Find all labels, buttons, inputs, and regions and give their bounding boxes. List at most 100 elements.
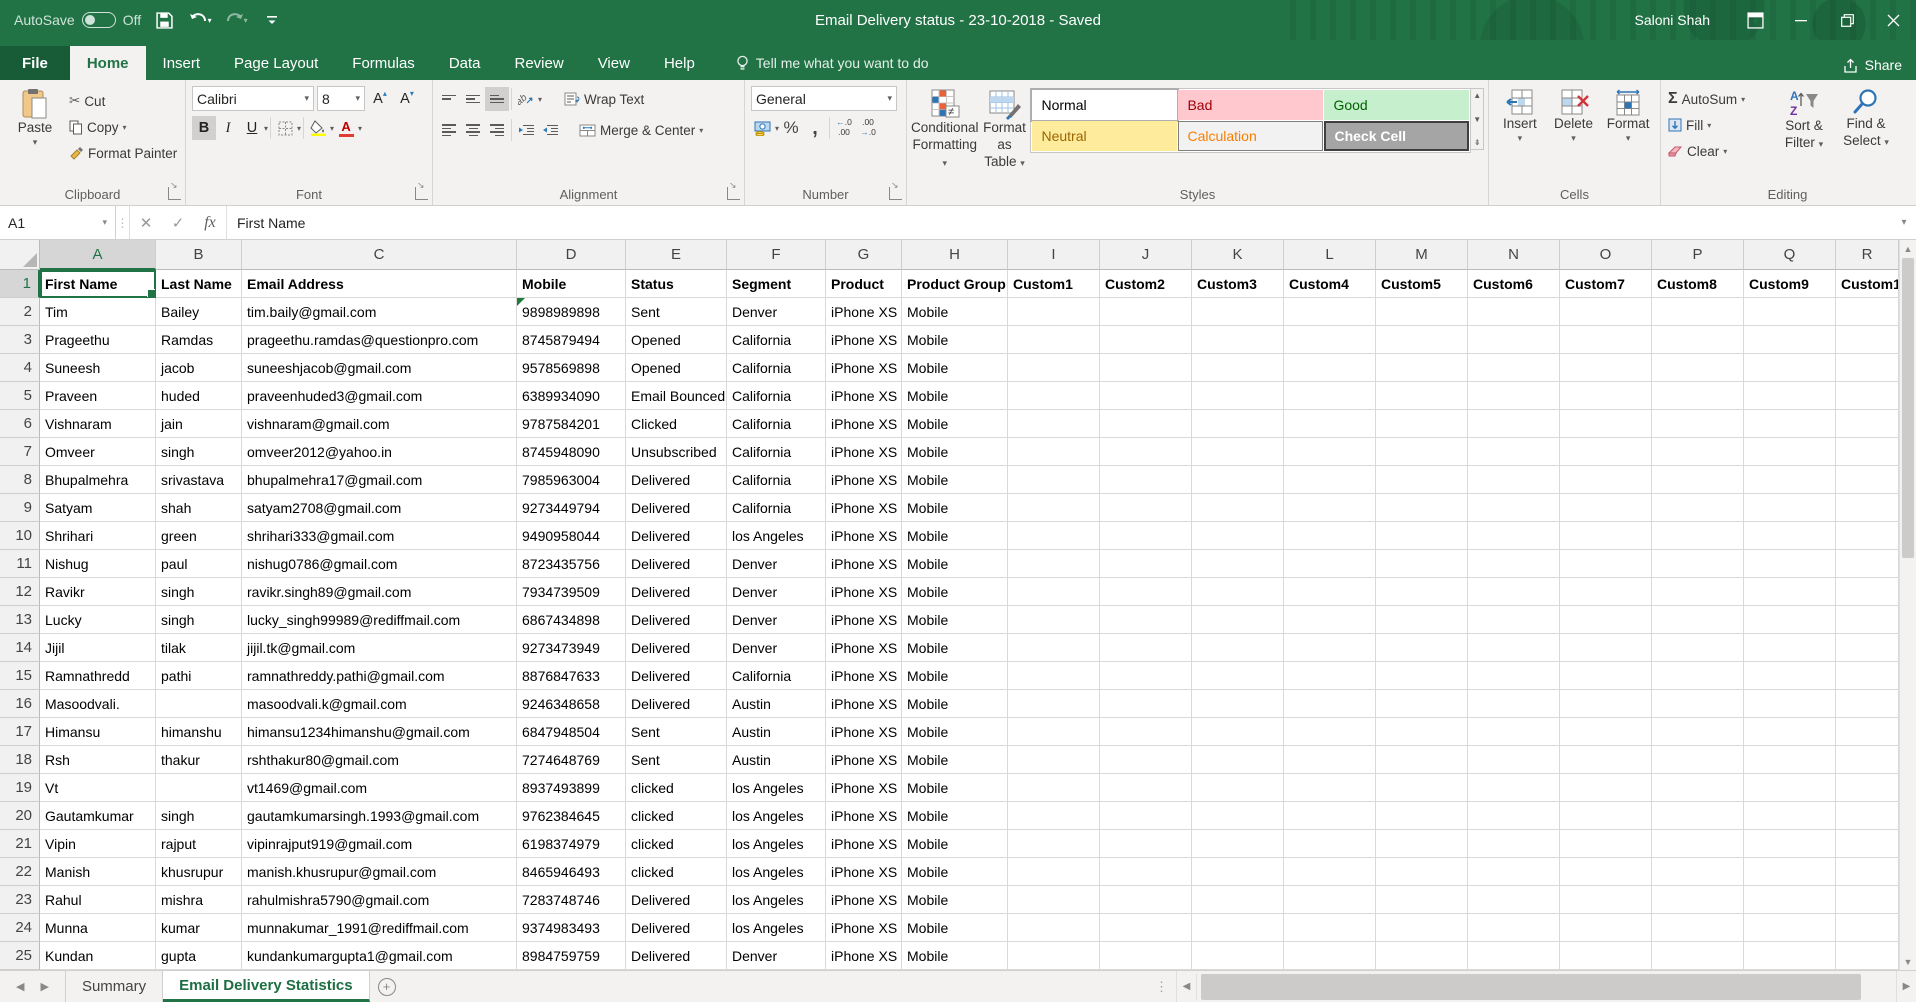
enter-entry-button[interactable]: ✓ bbox=[162, 206, 194, 239]
cell-G14[interactable]: iPhone XS bbox=[826, 634, 902, 662]
cell-E17[interactable]: Sent bbox=[626, 718, 727, 746]
row-header-14[interactable]: 14 bbox=[0, 634, 40, 662]
name-box[interactable]: A1▾ bbox=[0, 206, 116, 239]
cell-J25[interactable] bbox=[1100, 942, 1192, 970]
borders-caret[interactable]: ▾ bbox=[297, 124, 301, 133]
cell-C17[interactable]: himansu1234himanshu@gmail.com bbox=[242, 718, 517, 746]
cell-G13[interactable]: iPhone XS bbox=[826, 606, 902, 634]
cell-F18[interactable]: Austin bbox=[727, 746, 826, 774]
cell-A6[interactable]: Vishnaram bbox=[40, 410, 156, 438]
user-name[interactable]: Saloni Shah bbox=[1634, 12, 1710, 28]
cell-style-check-cell[interactable]: Check Cell bbox=[1324, 121, 1469, 151]
cell-C15[interactable]: ramnathreddy.pathi@gmail.com bbox=[242, 662, 517, 690]
cell-F16[interactable]: Austin bbox=[727, 690, 826, 718]
orientation-button[interactable]: ab bbox=[514, 87, 538, 111]
cell-A10[interactable]: Shrihari bbox=[40, 522, 156, 550]
cell-E12[interactable]: Delivered bbox=[626, 578, 727, 606]
cell-K1[interactable]: Custom3 bbox=[1192, 270, 1284, 298]
row-header-1[interactable]: 1 bbox=[0, 270, 40, 298]
cell-O23[interactable] bbox=[1560, 886, 1652, 914]
cell-O19[interactable] bbox=[1560, 774, 1652, 802]
tab-page-layout[interactable]: Page Layout bbox=[217, 46, 335, 80]
cell-N7[interactable] bbox=[1468, 438, 1560, 466]
cell-R9[interactable] bbox=[1836, 494, 1899, 522]
cell-C4[interactable]: suneeshjacob@gmail.com bbox=[242, 354, 517, 382]
cell-B11[interactable]: paul bbox=[156, 550, 242, 578]
cell-C13[interactable]: lucky_singh99989@rediffmail.com bbox=[242, 606, 517, 634]
cell-G5[interactable]: iPhone XS bbox=[826, 382, 902, 410]
cell-M20[interactable] bbox=[1376, 802, 1468, 830]
cell-M21[interactable] bbox=[1376, 830, 1468, 858]
cell-P10[interactable] bbox=[1652, 522, 1744, 550]
vertical-scroll-thumb[interactable] bbox=[1902, 258, 1914, 558]
font-size-select[interactable]: 8▾ bbox=[317, 86, 365, 111]
cell-A12[interactable]: Ravikr bbox=[40, 578, 156, 606]
tab-insert[interactable]: Insert bbox=[146, 46, 218, 80]
cell-M11[interactable] bbox=[1376, 550, 1468, 578]
column-header-M[interactable]: M bbox=[1376, 240, 1468, 270]
cell-O14[interactable] bbox=[1560, 634, 1652, 662]
cell-J17[interactable] bbox=[1100, 718, 1192, 746]
cell-M7[interactable] bbox=[1376, 438, 1468, 466]
cell-P25[interactable] bbox=[1652, 942, 1744, 970]
conditional-formatting-button[interactable]: ≠ Conditional Formatting ▾ bbox=[911, 84, 979, 171]
cell-B12[interactable]: singh bbox=[156, 578, 242, 606]
cell-H16[interactable]: Mobile bbox=[902, 690, 1008, 718]
cell-H7[interactable]: Mobile bbox=[902, 438, 1008, 466]
cell-D16[interactable]: 9246348658 bbox=[517, 690, 626, 718]
cell-D17[interactable]: 6847948504 bbox=[517, 718, 626, 746]
cell-C12[interactable]: ravikr.singh89@gmail.com bbox=[242, 578, 517, 606]
cell-I1[interactable]: Custom1 bbox=[1008, 270, 1100, 298]
cell-F2[interactable]: Denver bbox=[727, 298, 826, 326]
cell-D19[interactable]: 8937493899 bbox=[517, 774, 626, 802]
clear-button[interactable]: Clear▾ bbox=[1665, 138, 1773, 164]
cell-E8[interactable]: Delivered bbox=[626, 466, 727, 494]
cell-D8[interactable]: 7985963004 bbox=[517, 466, 626, 494]
cell-R18[interactable] bbox=[1836, 746, 1899, 774]
cell-K21[interactable] bbox=[1192, 830, 1284, 858]
cell-E4[interactable]: Opened bbox=[626, 354, 727, 382]
cell-L25[interactable] bbox=[1284, 942, 1376, 970]
cell-A4[interactable]: Suneesh bbox=[40, 354, 156, 382]
cell-B22[interactable]: khusrupur bbox=[156, 858, 242, 886]
cell-P20[interactable] bbox=[1652, 802, 1744, 830]
cell-J6[interactable] bbox=[1100, 410, 1192, 438]
cell-D1[interactable]: Mobile bbox=[517, 270, 626, 298]
cell-Q18[interactable] bbox=[1744, 746, 1836, 774]
cell-G22[interactable]: iPhone XS bbox=[826, 858, 902, 886]
cell-D9[interactable]: 9273449794 bbox=[517, 494, 626, 522]
cell-A23[interactable]: Rahul bbox=[40, 886, 156, 914]
cell-G11[interactable]: iPhone XS bbox=[826, 550, 902, 578]
cell-L22[interactable] bbox=[1284, 858, 1376, 886]
cell-H22[interactable]: Mobile bbox=[902, 858, 1008, 886]
cell-N21[interactable] bbox=[1468, 830, 1560, 858]
cell-F24[interactable]: los Angeles bbox=[727, 914, 826, 942]
cell-F1[interactable]: Segment bbox=[727, 270, 826, 298]
cell-D6[interactable]: 9787584201 bbox=[517, 410, 626, 438]
cell-F21[interactable]: los Angeles bbox=[727, 830, 826, 858]
cell-G4[interactable]: iPhone XS bbox=[826, 354, 902, 382]
cell-G21[interactable]: iPhone XS bbox=[826, 830, 902, 858]
cell-M14[interactable] bbox=[1376, 634, 1468, 662]
cell-P3[interactable] bbox=[1652, 326, 1744, 354]
cell-A17[interactable]: Himansu bbox=[40, 718, 156, 746]
row-header-25[interactable]: 25 bbox=[0, 942, 40, 970]
cell-K8[interactable] bbox=[1192, 466, 1284, 494]
wrap-text-button[interactable]: Wrap Text bbox=[561, 86, 647, 112]
cell-H1[interactable]: Product Group bbox=[902, 270, 1008, 298]
cell-N9[interactable] bbox=[1468, 494, 1560, 522]
cell-K24[interactable] bbox=[1192, 914, 1284, 942]
cell-L8[interactable] bbox=[1284, 466, 1376, 494]
cell-F25[interactable]: Denver bbox=[727, 942, 826, 970]
cell-I18[interactable] bbox=[1008, 746, 1100, 774]
cell-E19[interactable]: clicked bbox=[626, 774, 727, 802]
cell-B4[interactable]: jacob bbox=[156, 354, 242, 382]
increase-decimal-button[interactable]: ←.0.00 bbox=[832, 116, 856, 140]
cell-K20[interactable] bbox=[1192, 802, 1284, 830]
cell-O1[interactable]: Custom7 bbox=[1560, 270, 1652, 298]
cell-L23[interactable] bbox=[1284, 886, 1376, 914]
cell-H11[interactable]: Mobile bbox=[902, 550, 1008, 578]
cell-R15[interactable] bbox=[1836, 662, 1899, 690]
row-header-7[interactable]: 7 bbox=[0, 438, 40, 466]
cell-O3[interactable] bbox=[1560, 326, 1652, 354]
